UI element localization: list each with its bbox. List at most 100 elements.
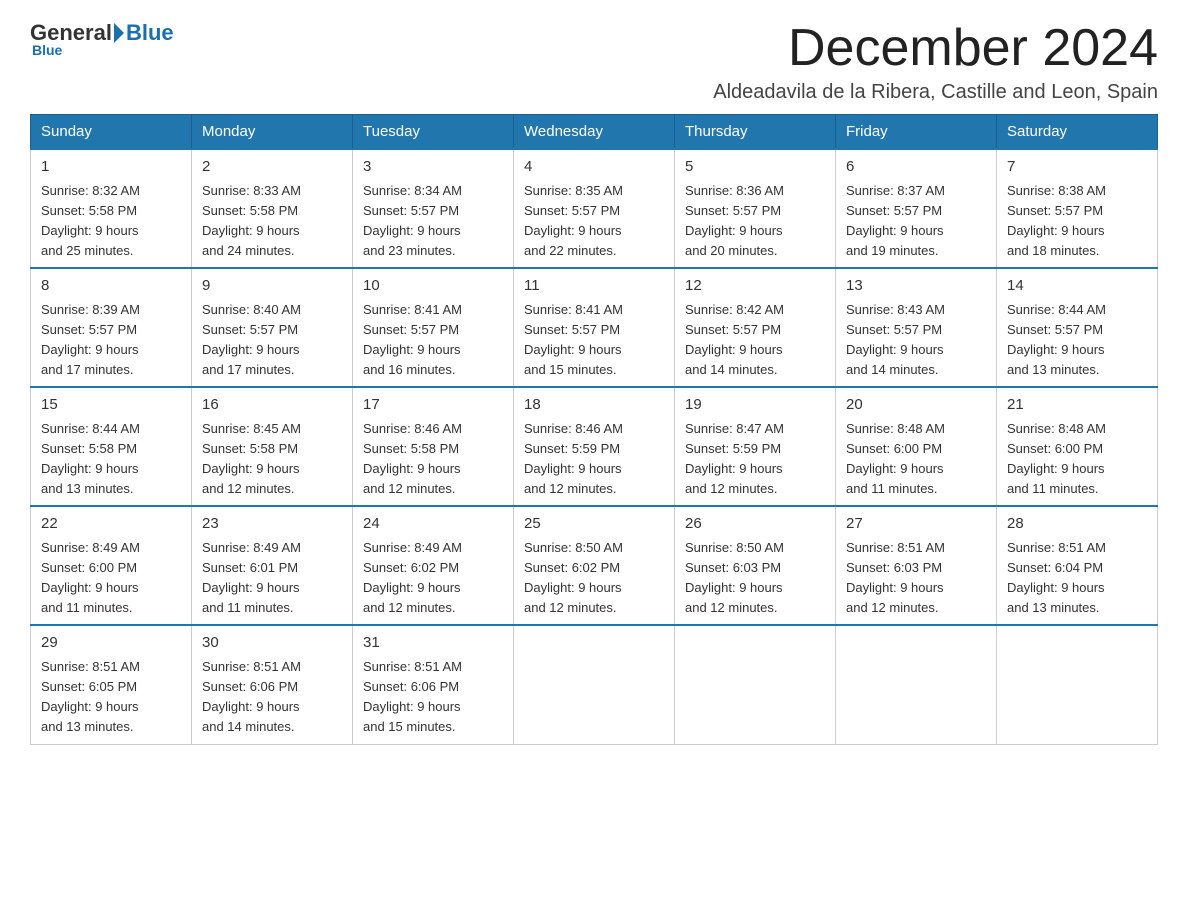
- day-info: Sunrise: 8:40 AMSunset: 5:57 PMDaylight:…: [202, 300, 342, 381]
- week-row-1: 1Sunrise: 8:32 AMSunset: 5:58 PMDaylight…: [31, 149, 1158, 268]
- calendar-cell: 21Sunrise: 8:48 AMSunset: 6:00 PMDayligh…: [997, 387, 1158, 506]
- day-info: Sunrise: 8:48 AMSunset: 6:00 PMDaylight:…: [1007, 419, 1147, 500]
- calendar-cell: 23Sunrise: 8:49 AMSunset: 6:01 PMDayligh…: [192, 506, 353, 625]
- week-row-5: 29Sunrise: 8:51 AMSunset: 6:05 PMDayligh…: [31, 625, 1158, 744]
- day-number: 12: [685, 275, 825, 298]
- calendar-cell: 25Sunrise: 8:50 AMSunset: 6:02 PMDayligh…: [514, 506, 675, 625]
- day-info: Sunrise: 8:51 AMSunset: 6:04 PMDaylight:…: [1007, 538, 1147, 619]
- week-row-3: 15Sunrise: 8:44 AMSunset: 5:58 PMDayligh…: [31, 387, 1158, 506]
- weekday-header-thursday: Thursday: [675, 115, 836, 150]
- calendar-cell: 22Sunrise: 8:49 AMSunset: 6:00 PMDayligh…: [31, 506, 192, 625]
- day-number: 25: [524, 513, 664, 536]
- calendar-cell: 31Sunrise: 8:51 AMSunset: 6:06 PMDayligh…: [353, 625, 514, 744]
- calendar-cell: 11Sunrise: 8:41 AMSunset: 5:57 PMDayligh…: [514, 268, 675, 387]
- weekday-header-row: SundayMondayTuesdayWednesdayThursdayFrid…: [31, 115, 1158, 150]
- weekday-header-friday: Friday: [836, 115, 997, 150]
- day-number: 22: [41, 513, 181, 536]
- day-info: Sunrise: 8:48 AMSunset: 6:00 PMDaylight:…: [846, 419, 986, 500]
- day-number: 4: [524, 156, 664, 179]
- day-number: 30: [202, 632, 342, 655]
- calendar-cell: 12Sunrise: 8:42 AMSunset: 5:57 PMDayligh…: [675, 268, 836, 387]
- day-info: Sunrise: 8:41 AMSunset: 5:57 PMDaylight:…: [524, 300, 664, 381]
- calendar-cell: [514, 625, 675, 744]
- day-number: 3: [363, 156, 503, 179]
- calendar-cell: 6Sunrise: 8:37 AMSunset: 5:57 PMDaylight…: [836, 149, 997, 268]
- day-number: 10: [363, 275, 503, 298]
- day-number: 29: [41, 632, 181, 655]
- day-number: 20: [846, 394, 986, 417]
- day-info: Sunrise: 8:33 AMSunset: 5:58 PMDaylight:…: [202, 181, 342, 262]
- day-number: 5: [685, 156, 825, 179]
- day-info: Sunrise: 8:51 AMSunset: 6:03 PMDaylight:…: [846, 538, 986, 619]
- week-row-4: 22Sunrise: 8:49 AMSunset: 6:00 PMDayligh…: [31, 506, 1158, 625]
- day-number: 23: [202, 513, 342, 536]
- day-number: 16: [202, 394, 342, 417]
- calendar-cell: 3Sunrise: 8:34 AMSunset: 5:57 PMDaylight…: [353, 149, 514, 268]
- logo-triangle-icon: [114, 23, 124, 43]
- weekday-header-saturday: Saturday: [997, 115, 1158, 150]
- calendar-cell: 1Sunrise: 8:32 AMSunset: 5:58 PMDaylight…: [31, 149, 192, 268]
- day-info: Sunrise: 8:36 AMSunset: 5:57 PMDaylight:…: [685, 181, 825, 262]
- day-info: Sunrise: 8:46 AMSunset: 5:59 PMDaylight:…: [524, 419, 664, 500]
- day-info: Sunrise: 8:49 AMSunset: 6:01 PMDaylight:…: [202, 538, 342, 619]
- day-number: 15: [41, 394, 181, 417]
- day-info: Sunrise: 8:44 AMSunset: 5:57 PMDaylight:…: [1007, 300, 1147, 381]
- calendar-cell: 13Sunrise: 8:43 AMSunset: 5:57 PMDayligh…: [836, 268, 997, 387]
- calendar-cell: 16Sunrise: 8:45 AMSunset: 5:58 PMDayligh…: [192, 387, 353, 506]
- day-info: Sunrise: 8:37 AMSunset: 5:57 PMDaylight:…: [846, 181, 986, 262]
- calendar-cell: 29Sunrise: 8:51 AMSunset: 6:05 PMDayligh…: [31, 625, 192, 744]
- calendar-cell: 4Sunrise: 8:35 AMSunset: 5:57 PMDaylight…: [514, 149, 675, 268]
- day-number: 17: [363, 394, 503, 417]
- weekday-header-monday: Monday: [192, 115, 353, 150]
- calendar-cell: 2Sunrise: 8:33 AMSunset: 5:58 PMDaylight…: [192, 149, 353, 268]
- weekday-header-wednesday: Wednesday: [514, 115, 675, 150]
- day-info: Sunrise: 8:51 AMSunset: 6:06 PMDaylight:…: [363, 657, 503, 738]
- calendar-cell: 20Sunrise: 8:48 AMSunset: 6:00 PMDayligh…: [836, 387, 997, 506]
- day-info: Sunrise: 8:43 AMSunset: 5:57 PMDaylight:…: [846, 300, 986, 381]
- location-title: Aldeadavila de la Ribera, Castille and L…: [713, 81, 1158, 104]
- weekday-header-sunday: Sunday: [31, 115, 192, 150]
- day-info: Sunrise: 8:46 AMSunset: 5:58 PMDaylight:…: [363, 419, 503, 500]
- day-info: Sunrise: 8:45 AMSunset: 5:58 PMDaylight:…: [202, 419, 342, 500]
- day-number: 14: [1007, 275, 1147, 298]
- day-number: 11: [524, 275, 664, 298]
- header: General Blue Blue December 2024 Aldeadav…: [30, 20, 1158, 104]
- month-title: December 2024: [713, 20, 1158, 77]
- day-number: 21: [1007, 394, 1147, 417]
- logo-underline: Blue: [32, 42, 174, 58]
- calendar-cell: 9Sunrise: 8:40 AMSunset: 5:57 PMDaylight…: [192, 268, 353, 387]
- calendar-cell: 30Sunrise: 8:51 AMSunset: 6:06 PMDayligh…: [192, 625, 353, 744]
- calendar-cell: 26Sunrise: 8:50 AMSunset: 6:03 PMDayligh…: [675, 506, 836, 625]
- day-info: Sunrise: 8:50 AMSunset: 6:02 PMDaylight:…: [524, 538, 664, 619]
- day-number: 1: [41, 156, 181, 179]
- day-info: Sunrise: 8:51 AMSunset: 6:06 PMDaylight:…: [202, 657, 342, 738]
- calendar-cell: 5Sunrise: 8:36 AMSunset: 5:57 PMDaylight…: [675, 149, 836, 268]
- day-info: Sunrise: 8:47 AMSunset: 5:59 PMDaylight:…: [685, 419, 825, 500]
- calendar-cell: 24Sunrise: 8:49 AMSunset: 6:02 PMDayligh…: [353, 506, 514, 625]
- day-info: Sunrise: 8:41 AMSunset: 5:57 PMDaylight:…: [363, 300, 503, 381]
- day-info: Sunrise: 8:39 AMSunset: 5:57 PMDaylight:…: [41, 300, 181, 381]
- calendar-cell: [836, 625, 997, 744]
- day-number: 28: [1007, 513, 1147, 536]
- day-info: Sunrise: 8:44 AMSunset: 5:58 PMDaylight:…: [41, 419, 181, 500]
- day-number: 18: [524, 394, 664, 417]
- calendar-cell: 27Sunrise: 8:51 AMSunset: 6:03 PMDayligh…: [836, 506, 997, 625]
- calendar-cell: 19Sunrise: 8:47 AMSunset: 5:59 PMDayligh…: [675, 387, 836, 506]
- day-number: 13: [846, 275, 986, 298]
- day-info: Sunrise: 8:35 AMSunset: 5:57 PMDaylight:…: [524, 181, 664, 262]
- calendar-cell: [675, 625, 836, 744]
- day-number: 31: [363, 632, 503, 655]
- logo: General Blue Blue: [30, 20, 174, 58]
- calendar-cell: 28Sunrise: 8:51 AMSunset: 6:04 PMDayligh…: [997, 506, 1158, 625]
- day-number: 19: [685, 394, 825, 417]
- day-number: 9: [202, 275, 342, 298]
- day-number: 24: [363, 513, 503, 536]
- day-info: Sunrise: 8:50 AMSunset: 6:03 PMDaylight:…: [685, 538, 825, 619]
- day-number: 6: [846, 156, 986, 179]
- calendar-table: SundayMondayTuesdayWednesdayThursdayFrid…: [30, 114, 1158, 744]
- calendar-cell: [997, 625, 1158, 744]
- calendar-cell: 18Sunrise: 8:46 AMSunset: 5:59 PMDayligh…: [514, 387, 675, 506]
- day-number: 2: [202, 156, 342, 179]
- calendar-cell: 15Sunrise: 8:44 AMSunset: 5:58 PMDayligh…: [31, 387, 192, 506]
- day-info: Sunrise: 8:42 AMSunset: 5:57 PMDaylight:…: [685, 300, 825, 381]
